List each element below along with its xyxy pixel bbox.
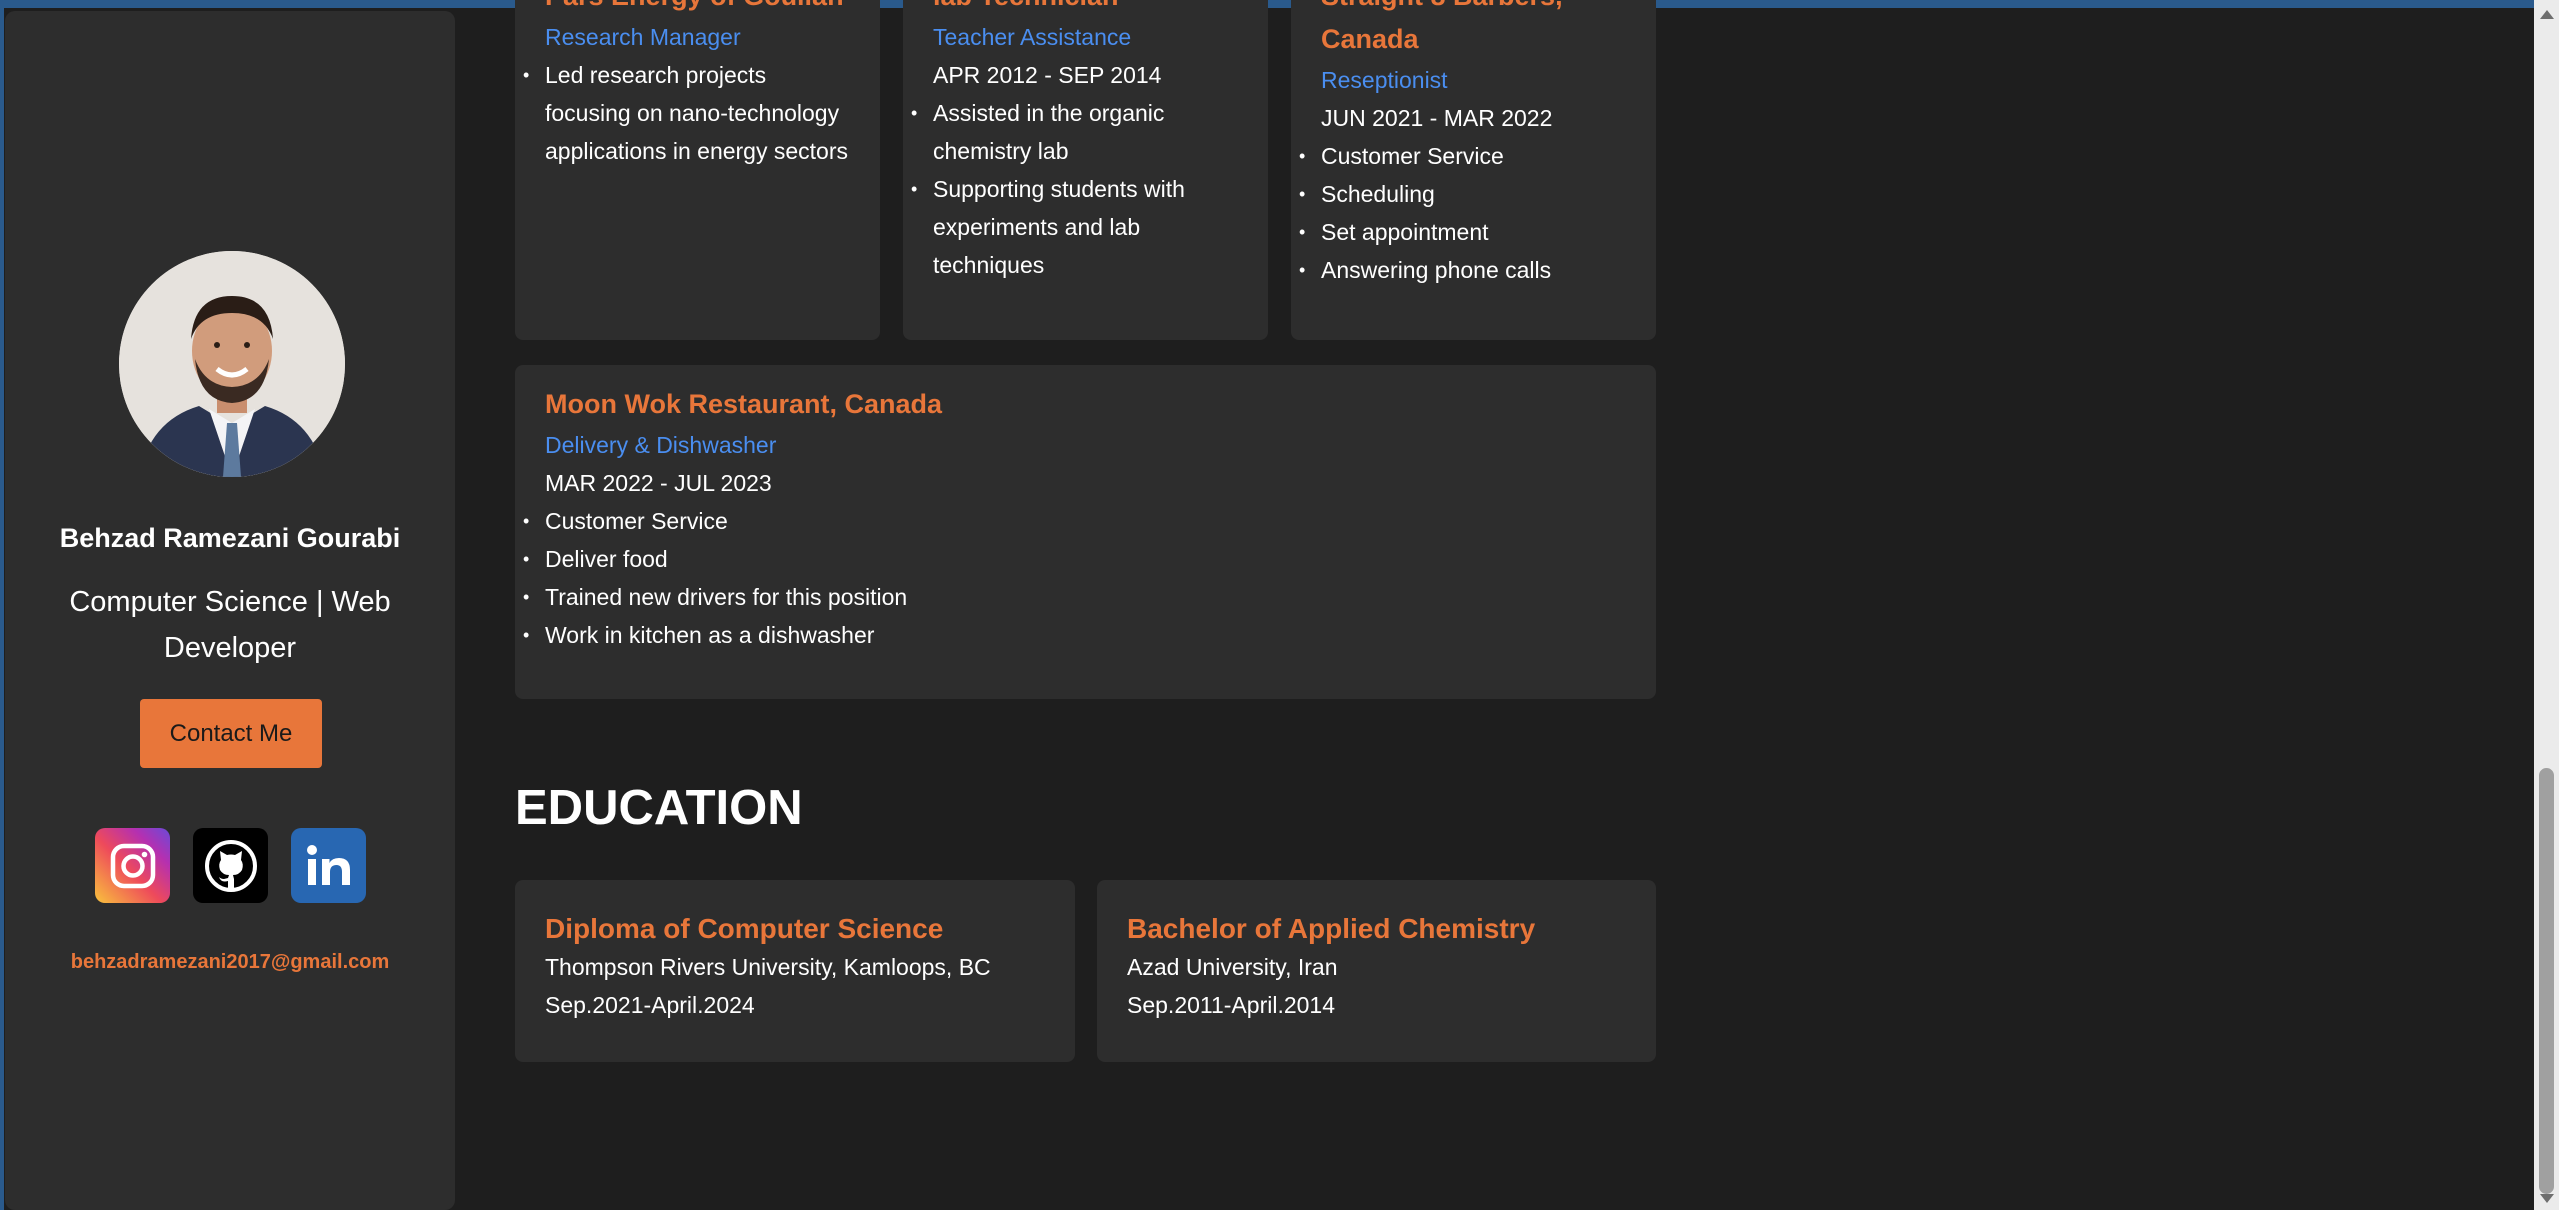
instagram-link[interactable]: [95, 828, 170, 903]
scrollbar-thumb[interactable]: [2539, 768, 2554, 1194]
education-heading: EDUCATION: [515, 781, 803, 835]
linkedin-link[interactable]: [291, 828, 366, 903]
scroll-down-arrow-icon[interactable]: [2540, 1194, 2554, 1203]
duty-item: Set appointment: [1299, 213, 1626, 251]
experience-duties: Assisted in the organic chemistry lab Su…: [911, 94, 1238, 284]
page-scrollbar[interactable]: [2534, 0, 2559, 1210]
education-dates: Sep.2021-April.2024: [545, 992, 755, 1018]
experience-org: Moon Wok Restaurant, Canada: [545, 389, 943, 419]
experience-org: Pars Energy of Gouilan: [545, 0, 850, 18]
scroll-up-arrow-icon[interactable]: [2540, 10, 2554, 19]
experience-role: Reseptionist: [1321, 67, 1448, 93]
education-card: Bachelor of Applied Chemistry Azad Unive…: [1097, 880, 1656, 1062]
experience-duties: Led research projects focusing on nano-t…: [523, 56, 850, 170]
experience-duties: Customer Service Deliver food Trained ne…: [523, 502, 1626, 654]
education-school: Azad University, Iran: [1127, 954, 1338, 980]
duty-item: Answering phone calls: [1299, 251, 1626, 289]
browser-top-border: [0, 0, 2559, 8]
experience-org: Straight 8 Barbers, Canada: [1321, 0, 1563, 54]
github-link[interactable]: [193, 828, 268, 903]
profile-sidebar: Behzad Ramezani Gourabi Computer Science…: [5, 11, 455, 1210]
github-icon: [204, 839, 257, 892]
experience-card: lab Technician Teacher Assistance APR 20…: [903, 0, 1268, 340]
contact-me-button[interactable]: Contact Me: [140, 699, 322, 768]
experience-role: Delivery & Dishwasher: [545, 432, 777, 458]
experience-role: Teacher Assistance: [933, 24, 1132, 50]
duty-item: Assisted in the organic chemistry lab: [911, 94, 1238, 170]
experience-role: Research Manager: [545, 24, 741, 50]
experience-duties: Customer Service Scheduling Set appointm…: [1299, 137, 1626, 289]
education-dates: Sep.2011-April.2014: [1127, 992, 1335, 1018]
linkedin-icon: [306, 844, 350, 885]
duty-item: Work in kitchen as a dishwasher: [523, 616, 1626, 654]
experience-date: MAR 2022 - JUL 2023: [545, 470, 772, 496]
duty-item: Scheduling: [1299, 175, 1626, 213]
experience-date: JUN 2021 - MAR 2022: [1321, 105, 1553, 131]
profile-name: Behzad Ramezani Gourabi: [59, 523, 401, 553]
duty-item: Customer Service: [523, 502, 1626, 540]
duty-item: Led research projects focusing on nano-t…: [523, 56, 850, 170]
email-link[interactable]: behzadramezani2017@gmail.com: [5, 951, 455, 974]
experience-card: Moon Wok Restaurant, Canada Delivery & D…: [515, 365, 1656, 699]
experience-card: Straight 8 Barbers, Canada Reseptionist …: [1291, 0, 1656, 340]
education-degree: Bachelor of Applied Chemistry: [1127, 913, 1536, 944]
instagram-icon: [110, 843, 155, 888]
duty-item: Deliver food: [523, 540, 1626, 578]
education-school: Thompson Rivers University, Kamloops, BC: [545, 954, 991, 980]
profile-avatar: [119, 251, 345, 477]
duty-item: Trained new drivers for this position: [523, 578, 1626, 616]
experience-date: APR 2012 - SEP 2014: [933, 62, 1162, 88]
duty-item: Supporting students with experiments and…: [911, 170, 1238, 284]
education-degree: Diploma of Computer Science: [545, 913, 944, 944]
experience-card: Pars Energy of Gouilan Research Manager …: [515, 0, 880, 340]
duty-item: Customer Service: [1299, 137, 1626, 175]
profile-title: Computer Science | Web Developer: [69, 586, 391, 664]
window-left-border: [0, 0, 4, 1210]
education-card: Diploma of Computer Science Thompson Riv…: [515, 880, 1075, 1062]
experience-org: lab Technician: [933, 0, 1238, 18]
